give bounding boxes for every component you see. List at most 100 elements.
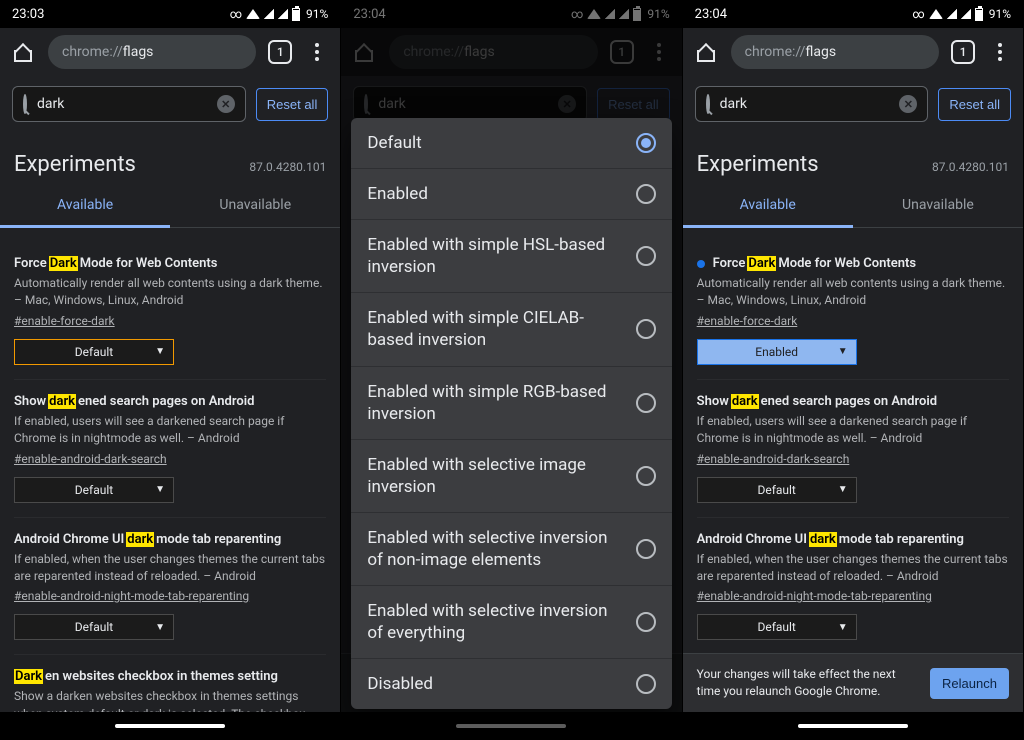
- screenshot-left: 23:03 ∞ 91% chrome://flags 1 dark ✕ Rese…: [0, 0, 341, 740]
- status-bar: 23:04 ∞ 91%: [683, 0, 1023, 28]
- clear-search-icon[interactable]: ✕: [899, 95, 917, 113]
- page-title: Experiments: [14, 152, 136, 177]
- radio-icon: [636, 539, 656, 559]
- chevron-down-icon: ▼: [155, 622, 165, 633]
- flag-dropdown[interactable]: Default▼: [697, 614, 857, 640]
- flag-item: Force Dark Mode for Web Contents Automat…: [697, 242, 1009, 380]
- relaunch-button[interactable]: Relaunch: [930, 668, 1009, 699]
- flag-link[interactable]: #enable-android-night-mode-tab-reparenti…: [14, 589, 249, 603]
- search-icon: [23, 96, 27, 112]
- tab-switcher[interactable]: 1: [951, 40, 975, 64]
- chevron-down-icon: ▼: [838, 622, 848, 633]
- status-time: 23:03: [12, 7, 230, 22]
- flag-item: Show darkened search pages on Android If…: [697, 380, 1009, 518]
- popup-option[interactable]: Enabled with selective inversion of ever…: [351, 586, 671, 659]
- status-icons: ∞ 91%: [912, 7, 1011, 21]
- status-bar: 23:03 ∞ 91%: [0, 0, 340, 28]
- flag-title: Darken websites checkbox in themes setti…: [14, 669, 326, 684]
- popup-option[interactable]: Enabled with simple HSL-based inversion: [351, 220, 671, 293]
- home-icon[interactable]: [10, 39, 36, 65]
- flag-description: Automatically render all web contents us…: [697, 275, 1009, 310]
- relaunch-bar: Your changes will take effect the next t…: [683, 653, 1023, 712]
- search-row: dark ✕ Reset all: [0, 76, 340, 134]
- version-label: 87.0.4280.101: [249, 160, 326, 174]
- popup-option[interactable]: Enabled with selective image inversion: [351, 440, 671, 513]
- search-input[interactable]: dark ✕: [695, 86, 929, 122]
- flag-item: Android Chrome UI dark mode tab reparent…: [14, 518, 326, 656]
- flag-description: If enabled, when the user changes themes…: [14, 551, 326, 586]
- flag-item: Show darkened search pages on Android If…: [14, 380, 326, 518]
- tab-switcher[interactable]: 1: [268, 40, 292, 64]
- flag-description: If enabled, users will see a darkened se…: [14, 413, 326, 448]
- nav-pill-icon[interactable]: [115, 724, 225, 728]
- browser-toolbar: chrome://flags 1: [683, 28, 1023, 76]
- search-value: dark: [37, 96, 64, 112]
- flag-title: Show darkened search pages on Android: [14, 394, 326, 409]
- chevron-down-icon: ▼: [155, 484, 165, 495]
- reset-all-button[interactable]: Reset all: [256, 88, 329, 121]
- page-title: Experiments: [697, 152, 819, 177]
- url-bar[interactable]: chrome://flags: [48, 35, 256, 69]
- flag-link[interactable]: #enable-android-dark-search: [697, 452, 850, 466]
- flag-description: If enabled, when the user changes themes…: [697, 551, 1009, 586]
- flag-title: Show darkened search pages on Android: [697, 394, 1009, 409]
- flag-link[interactable]: #enable-android-dark-search: [14, 452, 167, 466]
- radio-selected-icon: [636, 133, 656, 153]
- radio-icon: [636, 612, 656, 632]
- radio-icon: [636, 184, 656, 204]
- flag-item: Force Dark Mode for Web Contents Automat…: [14, 242, 326, 380]
- popup-option[interactable]: Disabled: [351, 659, 671, 709]
- clear-search-icon[interactable]: ✕: [217, 95, 235, 113]
- search-input[interactable]: dark ✕: [12, 86, 246, 122]
- popup-option[interactable]: Enabled with selective inversion of non-…: [351, 513, 671, 586]
- radio-icon: [636, 393, 656, 413]
- flag-link[interactable]: #enable-android-night-mode-tab-reparenti…: [697, 589, 932, 603]
- flag-item: Android Chrome UI dark mode tab reparent…: [697, 518, 1009, 656]
- flag-dropdown[interactable]: Default▼: [14, 614, 174, 640]
- tabs: Available Unavailable: [0, 185, 340, 228]
- relaunch-message: Your changes will take effect the next t…: [697, 666, 920, 700]
- tab-available[interactable]: Available: [683, 185, 853, 228]
- flags-list: Force Dark Mode for Web Contents Automat…: [0, 228, 340, 740]
- flag-title: Android Chrome UI dark mode tab reparent…: [14, 532, 326, 547]
- search-icon: [706, 96, 710, 112]
- chevron-down-icon: ▼: [838, 346, 848, 357]
- experiments-header: Experiments 87.0.4280.101: [683, 134, 1023, 185]
- overflow-menu-icon[interactable]: [304, 39, 330, 65]
- flag-dropdown[interactable]: Default▼: [14, 477, 174, 503]
- flag-description: Automatically render all web contents us…: [14, 275, 326, 310]
- search-row: dark ✕ Reset all: [683, 76, 1023, 134]
- radio-icon: [636, 319, 656, 339]
- screenshot-middle: 23:04 ∞ 91% chrome://flags 1 dark ✕ Rese…: [341, 0, 682, 740]
- flag-dropdown[interactable]: Enabled▼: [697, 339, 857, 365]
- popup-option[interactable]: Enabled: [351, 169, 671, 220]
- nav-pill-icon[interactable]: [798, 724, 908, 728]
- android-navbar: [0, 712, 340, 740]
- version-label: 87.0.4280.101: [932, 160, 1009, 174]
- flag-description: If enabled, users will see a darkened se…: [697, 413, 1009, 448]
- tab-available[interactable]: Available: [0, 185, 170, 228]
- status-icons: ∞ 91%: [230, 7, 329, 21]
- popup-option[interactable]: Enabled with simple CIELAB-based inversi…: [351, 293, 671, 366]
- flag-title: Android Chrome UI dark mode tab reparent…: [697, 532, 1009, 547]
- chevron-down-icon: ▼: [155, 346, 165, 357]
- flag-link[interactable]: #enable-force-dark: [14, 314, 115, 328]
- flag-dropdown[interactable]: Default▼: [697, 477, 857, 503]
- changed-indicator-icon: [697, 260, 705, 268]
- options-popup: Default Enabled Enabled with simple HSL-…: [351, 118, 671, 709]
- overflow-menu-icon[interactable]: [987, 39, 1013, 65]
- flag-dropdown[interactable]: Default▼: [14, 339, 174, 365]
- popup-option[interactable]: Enabled with simple RGB-based inversion: [351, 367, 671, 440]
- radio-icon: [636, 466, 656, 486]
- home-icon[interactable]: [693, 39, 719, 65]
- flag-title: Force Dark Mode for Web Contents: [14, 256, 326, 271]
- android-navbar: [683, 712, 1023, 740]
- experiments-header: Experiments 87.0.4280.101: [0, 134, 340, 185]
- chevron-down-icon: ▼: [838, 484, 848, 495]
- tab-unavailable[interactable]: Unavailable: [170, 185, 340, 227]
- tab-unavailable[interactable]: Unavailable: [853, 185, 1023, 227]
- url-bar[interactable]: chrome://flags: [731, 35, 939, 69]
- reset-all-button[interactable]: Reset all: [938, 88, 1011, 121]
- flag-link[interactable]: #enable-force-dark: [697, 314, 798, 328]
- popup-option[interactable]: Default: [351, 118, 671, 169]
